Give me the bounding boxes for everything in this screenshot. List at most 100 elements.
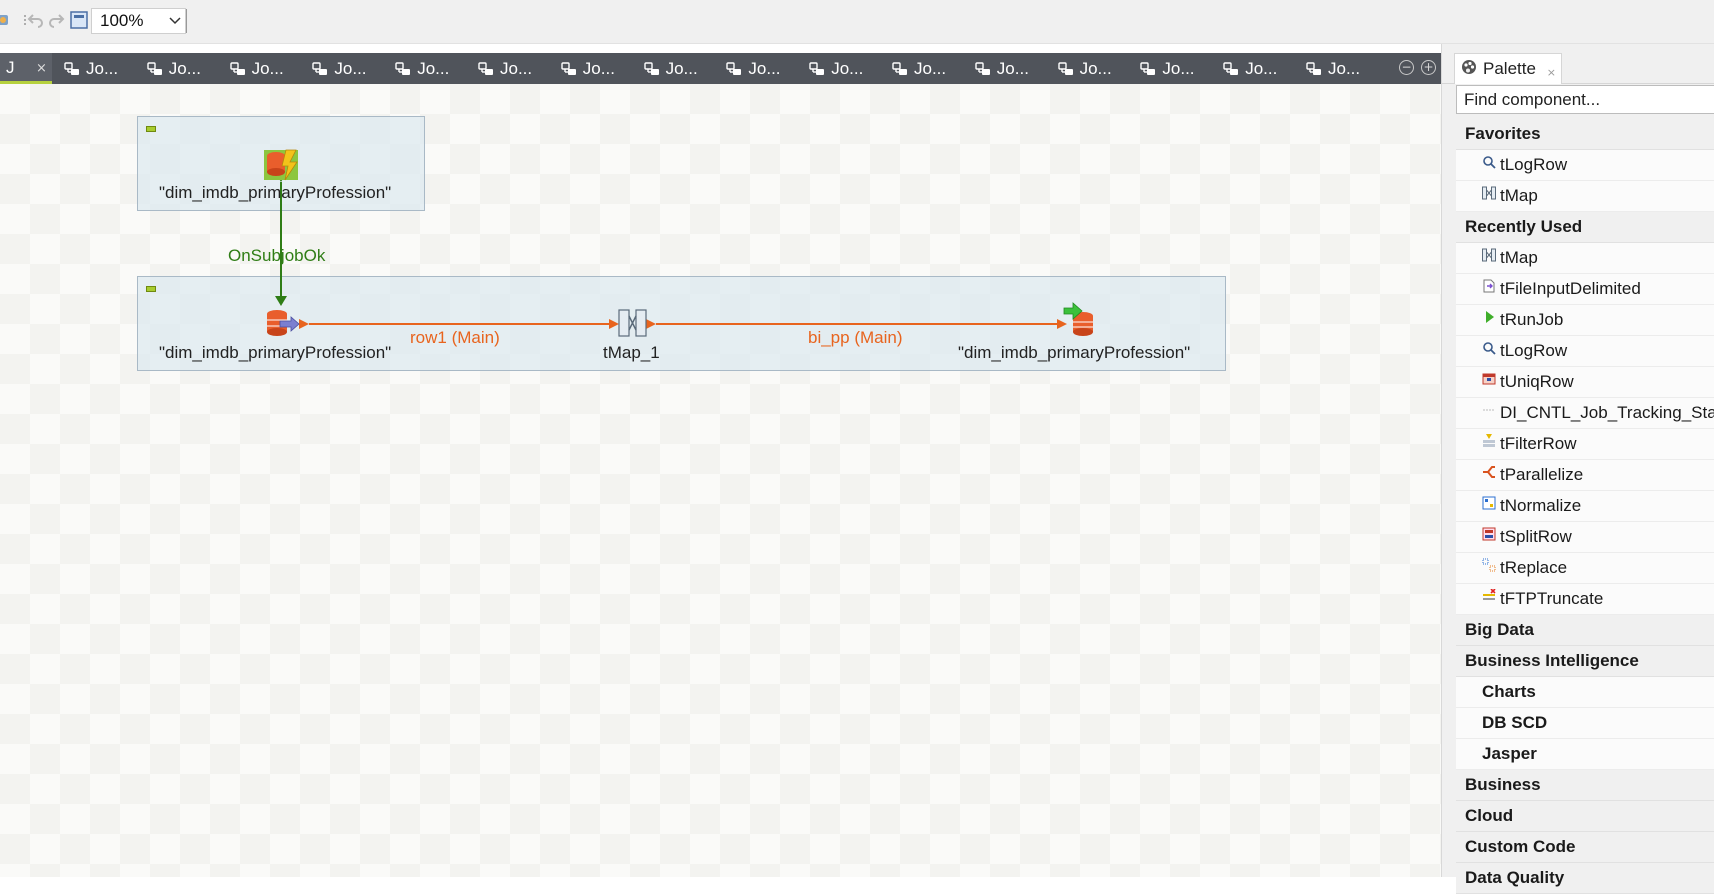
palette-component-item[interactable]: tMap <box>1456 243 1714 274</box>
tab-job[interactable]: Jo... <box>64 53 118 84</box>
job-icon <box>147 61 163 77</box>
log-row-icon <box>1482 155 1496 169</box>
palette-component-item[interactable]: tMap <box>1456 181 1714 212</box>
tab-job[interactable]: Jo... <box>395 53 449 84</box>
replace-icon <box>1482 558 1496 572</box>
tab-job[interactable]: Jo... <box>561 53 615 84</box>
palette-item-label: tMap <box>1500 186 1538 205</box>
db-row-component-icon[interactable] <box>264 149 298 181</box>
palette-group[interactable]: Business <box>1456 770 1714 801</box>
row1-start-arrow <box>299 319 309 329</box>
palette-component-item[interactable]: tParallelize <box>1456 460 1714 491</box>
prejob-component-label[interactable]: "dim_imdb_primaryProfession" <box>159 183 391 203</box>
chevron-down-icon[interactable] <box>165 9 185 33</box>
tmap-component-label[interactable]: tMap_1 <box>603 343 660 363</box>
row1-end-arrow <box>609 319 619 329</box>
palette-subgroup[interactable]: DB SCD <box>1456 708 1714 739</box>
tab-job[interactable]: Jo... <box>1140 53 1195 84</box>
tab-job[interactable]: Jo... <box>1306 53 1360 84</box>
palette-component-item[interactable]: tNormalize <box>1456 491 1714 522</box>
close-icon[interactable]: × <box>36 62 47 76</box>
toolbar-divider <box>186 9 187 33</box>
palette-subgroup[interactable]: Jasper <box>1456 739 1714 770</box>
palette-component-item[interactable]: tRunJob <box>1456 305 1714 336</box>
row1-label[interactable]: row1 (Main) <box>410 328 500 348</box>
job-icon <box>478 61 494 77</box>
palette-component-item[interactable]: DI_CNTL_Job_Tracking_Stats <box>1456 398 1714 429</box>
job-icon[interactable] <box>0 11 12 29</box>
output-component-label[interactable]: "dim_imdb_primaryProfession" <box>958 343 1190 363</box>
palette-component-item[interactable]: tUniqRow <box>1456 367 1714 398</box>
tab-job[interactable]: Jo... <box>643 53 698 84</box>
tab-label: Jo... <box>1162 58 1195 78</box>
tab-job[interactable]: Jo... <box>726 53 781 84</box>
tab-label: Jo... <box>417 58 450 78</box>
palette-group[interactable]: Data Quality <box>1456 863 1714 894</box>
job-icon <box>643 61 660 77</box>
palette-group[interactable]: Big Data <box>1456 615 1714 646</box>
palette-item-label: tNormalize <box>1500 496 1582 515</box>
trigger-end-arrow <box>275 296 287 306</box>
minimize-icon[interactable]: − <box>1399 60 1414 75</box>
db-input-component-icon[interactable] <box>267 310 300 336</box>
palette-component-item[interactable]: tReplace <box>1456 553 1714 584</box>
palette-component-item[interactable]: tLogRow <box>1456 336 1714 367</box>
input-component-label[interactable]: "dim_imdb_primaryProfession" <box>159 343 391 363</box>
palette-group[interactable]: Business Intelligence <box>1456 646 1714 677</box>
job-icon <box>892 61 908 77</box>
palette-tree: Favorites tLogRow tMap Recently Used tMap tFi… <box>1456 119 1714 894</box>
tab-label: Jo... <box>914 58 947 78</box>
bi-pp-label[interactable]: bi_pp (Main) <box>808 328 903 348</box>
run-job-icon <box>1482 310 1496 324</box>
palette-item-label: tFTPTruncate <box>1500 589 1604 608</box>
db-output-component-icon[interactable] <box>1063 302 1093 336</box>
parallelize-icon <box>1482 465 1496 479</box>
palette-item-label: tMap <box>1500 248 1538 267</box>
palette-group[interactable]: Cloud <box>1456 801 1714 832</box>
palette-component-item[interactable]: tFTPTruncate <box>1456 584 1714 615</box>
job-design-canvas[interactable]: "dim_imdb_primaryProfession" OnSubjobOk … <box>0 84 1441 877</box>
job-icon <box>1140 61 1156 77</box>
tab-job[interactable]: Jo... <box>1223 53 1277 84</box>
tab-job[interactable]: Jo... <box>229 53 284 84</box>
job-icon <box>1057 61 1074 77</box>
tab-job[interactable]: Jo... <box>809 53 863 84</box>
tab-active-job[interactable]: J × <box>0 53 52 84</box>
find-component-input[interactable] <box>1456 85 1714 114</box>
palette-subgroup[interactable]: Charts <box>1456 677 1714 708</box>
tab-job[interactable]: Jo... <box>478 53 532 84</box>
tab-palette[interactable]: Palette × <box>1454 53 1562 84</box>
trigger-label[interactable]: OnSubjobOk <box>228 246 325 266</box>
zoom-select[interactable]: 100% <box>91 8 186 34</box>
tab-job[interactable]: Jo... <box>892 53 946 84</box>
tab-label: Jo... <box>86 58 119 78</box>
palette-panel: Palette × Favorites tLogRow tMap Recently U… <box>1441 44 1714 894</box>
normalize-icon <box>1482 496 1496 510</box>
palette-component-item[interactable]: tFilterRow <box>1456 429 1714 460</box>
job-icon <box>809 61 825 77</box>
tmap-component-icon[interactable] <box>618 309 647 337</box>
page-icon[interactable] <box>70 11 88 29</box>
tab-label: Jo... <box>582 58 615 78</box>
close-icon[interactable]: × <box>1547 66 1556 79</box>
undo-icon[interactable] <box>27 11 45 29</box>
tab-job[interactable]: Jo... <box>147 53 201 84</box>
palette-item-label: DI_CNTL_Job_Tracking_Stats <box>1500 403 1714 422</box>
palette-group[interactable]: Custom Code <box>1456 832 1714 863</box>
maximize-icon[interactable]: + <box>1421 60 1436 75</box>
palette-item-label: tFileInputDelimited <box>1500 279 1641 298</box>
palette-group-recently-used[interactable]: Recently Used <box>1456 212 1714 243</box>
palette-icon <box>1461 59 1477 79</box>
tab-job[interactable]: Jo... <box>975 53 1029 84</box>
palette-item-label: tFilterRow <box>1500 434 1577 453</box>
palette-item-label: tLogRow <box>1500 155 1568 174</box>
palette-component-item[interactable]: tSplitRow <box>1456 522 1714 553</box>
job-icon <box>312 61 328 77</box>
redo-icon[interactable] <box>47 11 65 29</box>
tab-job[interactable]: Jo... <box>1057 53 1112 84</box>
tab-job[interactable]: Jo... <box>312 53 367 84</box>
palette-group-favorites[interactable]: Favorites <box>1456 119 1714 150</box>
palette-item-label: tParallelize <box>1500 465 1584 484</box>
palette-component-item[interactable]: tLogRow <box>1456 150 1714 181</box>
palette-component-item[interactable]: tFileInputDelimited <box>1456 274 1714 305</box>
